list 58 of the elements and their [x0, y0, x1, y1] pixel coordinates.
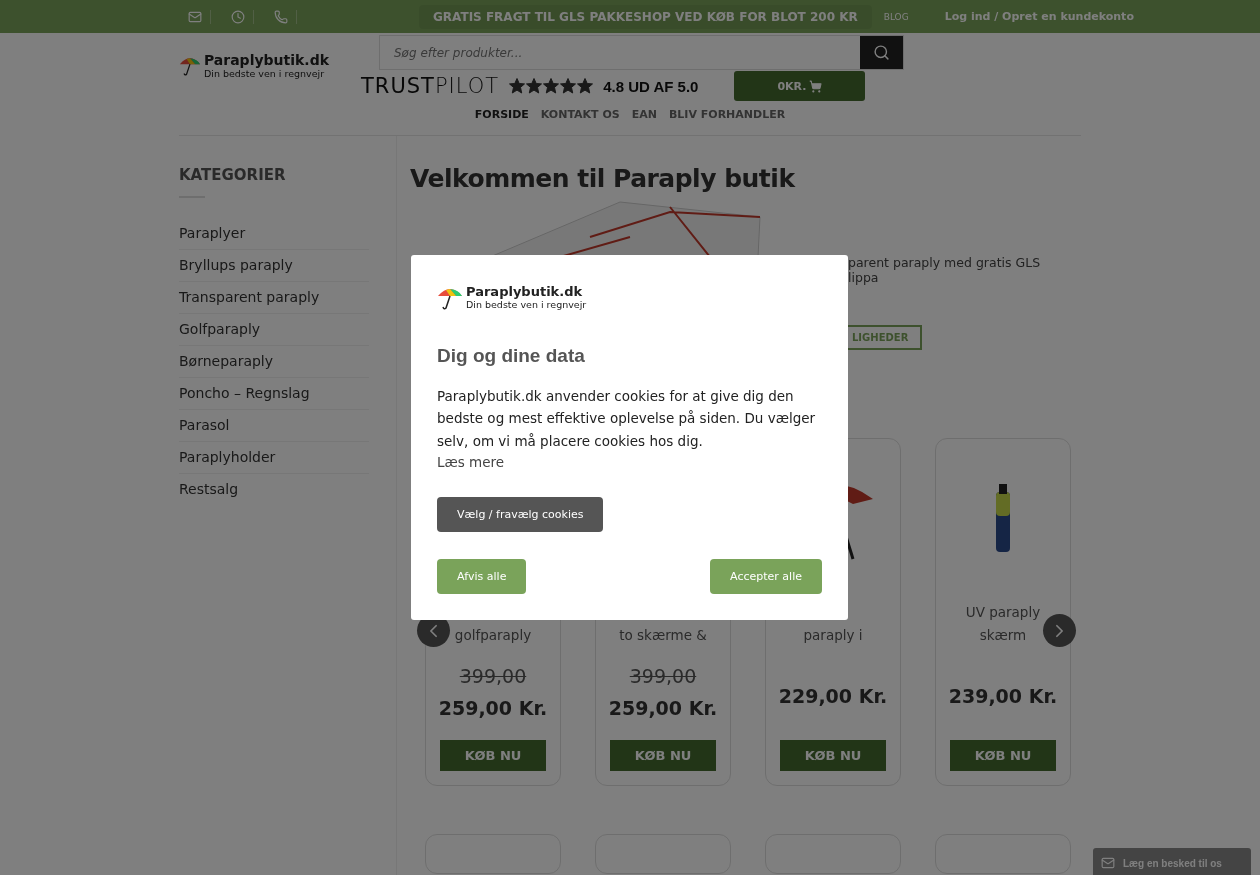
accept-all-button[interactable]: Accepter alle — [710, 559, 822, 594]
blog-link[interactable]: BLOG — [883, 11, 909, 22]
dialog-heading: Dig og dine data — [437, 344, 586, 367]
logo-tagline: Din bedste ven i regnvejr — [203, 67, 325, 79]
logo-tagline: Din bedste ven i regnvejr — [466, 298, 587, 310]
category-link[interactable]: Transparent paraply — [179, 282, 369, 314]
search-icon — [873, 44, 890, 61]
product-name[interactable]: paraply i — [803, 624, 863, 647]
product-name[interactable]: golfparaply — [454, 624, 532, 647]
read-more-link[interactable]: Læs mere — [437, 454, 505, 470]
cart-button[interactable]: 0KR. — [734, 71, 866, 101]
login-link[interactable]: Log ind / Opret en kundekonto — [944, 10, 1134, 23]
buy-button[interactable]: KØB NU — [440, 740, 546, 771]
nav-link[interactable]: KONTAKT OS — [540, 108, 620, 121]
buy-button[interactable]: KØB NU — [950, 740, 1056, 771]
product-name[interactable]: skærm — [979, 624, 1027, 647]
category-link[interactable]: Parasol — [179, 410, 369, 442]
price: 229,00 Kr. — [778, 685, 888, 707]
nav-link[interactable]: FORSIDE — [474, 108, 529, 121]
star-icon — [509, 78, 526, 94]
cart-icon — [809, 79, 823, 93]
category-link[interactable]: Poncho – Regnslag — [179, 378, 369, 410]
folded-umbrella-image — [994, 484, 1012, 554]
category-link[interactable]: Bryllups paraply — [179, 250, 369, 282]
old-price: 399,00 — [629, 665, 697, 687]
intro-text: lippa — [847, 270, 880, 285]
star-icon — [577, 78, 594, 94]
category-link[interactable]: Golfparaply — [179, 314, 369, 346]
next-arrow-button[interactable] — [1043, 614, 1076, 647]
buy-button[interactable]: KØB NU — [780, 740, 886, 771]
product-name[interactable]: to skærme & — [619, 624, 707, 647]
intro-text: parent paraply med gratis GLS — [847, 255, 1041, 270]
logo-name: Paraplybutik.dk — [466, 283, 584, 299]
nav-link[interactable]: EAN — [631, 108, 657, 121]
old-price: 399,00 — [459, 665, 527, 687]
sidebar-title: KATEGORIER — [179, 166, 287, 186]
page-title: Velkommen til Paraply butik — [410, 164, 797, 193]
category-link[interactable]: Restsalg — [179, 474, 369, 505]
star-icon — [560, 78, 577, 94]
star-icon — [543, 78, 560, 94]
search-button[interactable] — [860, 36, 903, 69]
product-name[interactable]: UV paraply — [965, 601, 1041, 624]
price: 259,00 Kr. — [608, 697, 718, 719]
trustpilot-wordmark: TRUSTPILOT — [361, 74, 500, 98]
star-icon — [526, 78, 543, 94]
price: 239,00 Kr. — [948, 685, 1058, 707]
mail-icon — [1101, 856, 1115, 870]
cookie-settings-button[interactable]: Vælg / fravælg cookies — [437, 497, 604, 532]
price: 259,00 Kr. — [438, 697, 548, 719]
category-link[interactable]: Børneparaply — [179, 346, 369, 378]
buy-button[interactable]: KØB NU — [610, 740, 716, 771]
category-link[interactable]: Paraplyholder — [179, 442, 369, 474]
nav-link[interactable]: BLIV FORHANDLER — [668, 108, 786, 121]
reject-all-button[interactable]: Afvis alle — [437, 559, 527, 594]
rating-text: 4.8 UD AF 5.0 — [603, 77, 699, 95]
dialog-text: Paraplybutik.dk anvender cookies for at give dig den bedste og mest effektive oplevelse på siden. Du vælger selv, om vi må placere cookies hos dig. — [437, 386, 817, 451]
category-link[interactable]: Paraplyer — [179, 218, 369, 250]
logo-name: Paraplybutik.dk — [203, 51, 329, 68]
